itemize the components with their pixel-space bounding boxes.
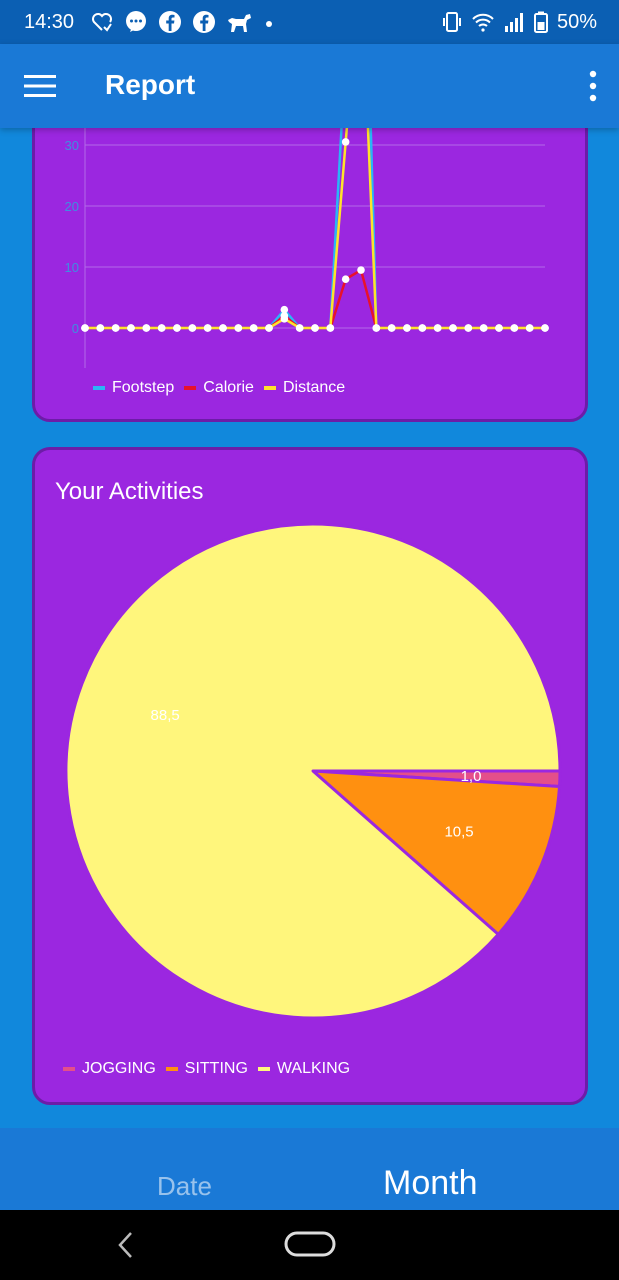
data-point-distance — [433, 324, 442, 332]
pie-chart-legend: JOGGING SITTING WALKING — [63, 1060, 360, 1078]
legend-label: SITTING — [184, 1060, 248, 1077]
legend-item-distance: Distance — [263, 379, 346, 397]
data-point-distance — [525, 324, 534, 332]
data-point-distance — [295, 324, 304, 332]
data-point-distance — [387, 324, 396, 332]
data-point-distance — [495, 324, 503, 332]
system-nav-bar — [0, 1210, 619, 1280]
data-point-distance — [311, 324, 319, 332]
legend-swatch — [257, 1067, 270, 1071]
data-point-distance — [510, 324, 519, 332]
legend-item-jogging: JOGGING — [63, 1060, 156, 1078]
signal-icon — [504, 13, 523, 32]
data-point-distance — [234, 324, 243, 332]
data-point-distance — [111, 324, 120, 332]
activity-line-chart-card: 0 10 20 30 Footstep Calorie Distance — [32, 90, 588, 422]
data-point-distance — [479, 324, 488, 332]
data-point-distance — [127, 324, 135, 332]
data-point-distance — [81, 324, 89, 332]
data-point-calorie — [357, 266, 365, 274]
facebook-icon — [193, 11, 215, 33]
notification-icons — [90, 9, 276, 35]
line-chart-legend: Footstep Calorie Distance — [93, 379, 355, 397]
legend-swatch — [93, 386, 105, 390]
legend-item-walking: WALKING — [257, 1060, 351, 1078]
legend-swatch — [63, 1067, 75, 1071]
data-point-distance — [96, 324, 105, 332]
legend-label: Footstep — [112, 379, 175, 396]
y-tick-label: 20 — [65, 199, 79, 214]
legend-label: JOGGING — [82, 1060, 156, 1077]
data-point-distance — [403, 324, 411, 332]
battery-icon — [533, 11, 548, 33]
series-line-distance — [85, 93, 545, 330]
legend-swatch — [263, 386, 276, 390]
legend-item-footstep: Footstep — [93, 379, 174, 397]
data-point-distance — [464, 324, 473, 332]
pie-chart: 1,0 10,5 88,5 — [64, 522, 562, 1020]
data-point-distance — [188, 324, 197, 332]
tab-date[interactable]: Date — [157, 1171, 212, 1202]
system-icons: 50% — [441, 9, 597, 35]
data-point-distance — [341, 138, 350, 146]
data-point-distance — [541, 324, 549, 332]
heart-notification-icon — [92, 13, 112, 32]
status-bar: 14:30 50% — [0, 0, 619, 44]
wifi-icon — [472, 13, 494, 32]
y-tick-label: 30 — [65, 138, 79, 153]
data-point-distance — [280, 315, 289, 323]
pie-slice-walking — [64, 522, 562, 1020]
data-point-distance — [265, 324, 273, 332]
messenger-icon — [126, 11, 146, 32]
y-tick-label: 0 — [72, 321, 79, 336]
hamburger-menu-icon[interactable] — [24, 74, 56, 98]
data-point-distance — [157, 324, 166, 332]
more-vertical-icon[interactable] — [587, 70, 599, 102]
page-title: Report — [105, 69, 196, 100]
vibrate-icon — [442, 12, 461, 32]
back-chevron-icon[interactable] — [116, 1230, 136, 1260]
activities-pie-card: Your Activities 1,0 10,5 88,5 JOGGING SITTI… — [32, 447, 588, 1105]
data-point-distance — [449, 324, 457, 332]
data-point-distance — [219, 324, 227, 332]
battery-level: 50% — [556, 10, 597, 33]
app-bar: Report — [0, 44, 619, 128]
data-point-distance — [418, 324, 427, 332]
legend-swatch — [184, 386, 197, 390]
legend-label: Distance — [282, 379, 346, 396]
y-tick-label: 10 — [65, 260, 79, 275]
pie-data-label: 10,5 — [444, 823, 473, 840]
legend-item-calorie: Calorie — [184, 379, 254, 397]
tab-month[interactable]: Month — [383, 1164, 478, 1203]
data-point-distance — [173, 324, 181, 332]
pie-data-label: 1,0 — [461, 768, 482, 785]
pie-data-label: 88,5 — [151, 707, 180, 724]
data-point-distance — [249, 324, 258, 332]
dot-icon — [266, 21, 272, 27]
data-point-distance — [142, 324, 151, 332]
data-point-calorie — [341, 275, 350, 283]
legend-label: WALKING — [276, 1060, 351, 1077]
data-point-distance — [203, 324, 212, 332]
legend-swatch — [165, 1067, 178, 1071]
series-line-calorie — [85, 268, 545, 330]
bottom-tab-bar: Date Month — [0, 1128, 619, 1210]
facebook-icon — [159, 11, 181, 33]
data-point-distance — [326, 324, 335, 332]
legend-label: Calorie — [203, 379, 254, 396]
dog-icon — [228, 14, 251, 32]
home-pill-icon[interactable] — [284, 1231, 336, 1259]
series-line-footstep — [85, 93, 545, 330]
line-chart: 0 10 20 30 — [65, 93, 549, 368]
status-time: 14:30 — [24, 11, 75, 33]
legend-item-sitting: SITTING — [165, 1060, 248, 1078]
data-point-distance — [372, 324, 381, 332]
